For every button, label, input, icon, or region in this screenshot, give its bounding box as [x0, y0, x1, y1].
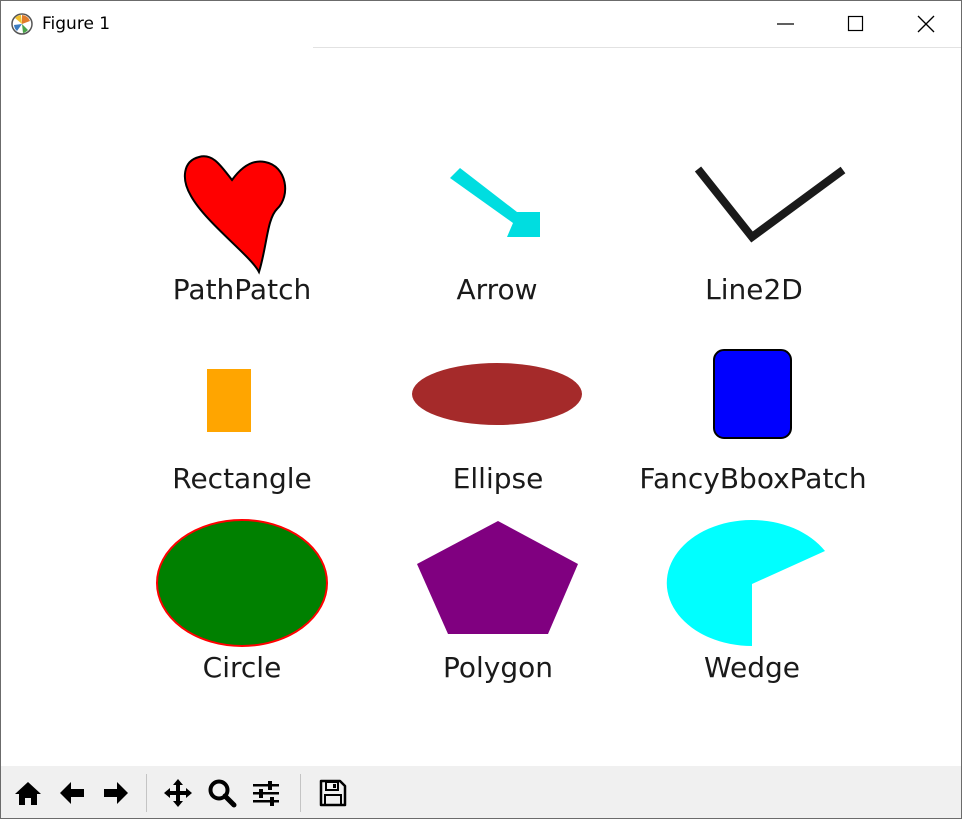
- label-polygon: Polygon: [442, 651, 554, 684]
- figure-canvas[interactable]: PathPatch Arrow Line2D Rectangle Ellipse…: [1, 48, 961, 766]
- label-wedge: Wedge: [703, 651, 801, 684]
- label-pathpatch: PathPatch: [172, 273, 312, 306]
- forward-button[interactable]: [96, 773, 136, 813]
- label-arrow: Arrow: [456, 273, 538, 306]
- arrow-left-icon: [60, 782, 84, 804]
- circle-shape: [156, 519, 328, 647]
- ellipse-shape: [412, 363, 582, 425]
- magnifier-icon: [208, 779, 237, 808]
- close-button[interactable]: [891, 1, 961, 47]
- minimize-button[interactable]: [751, 1, 821, 47]
- window-title: Figure 1: [42, 14, 111, 34]
- wedge-shape: [666, 520, 825, 647]
- pathpatch-shape: [183, 155, 286, 275]
- close-icon: [917, 15, 935, 33]
- move-icon: [164, 779, 192, 807]
- label-circle: Circle: [202, 651, 282, 684]
- save-button[interactable]: [312, 773, 352, 813]
- rectangle-shape: [207, 369, 251, 432]
- toolbar-divider: [300, 774, 301, 812]
- polygon-shape: [417, 521, 578, 634]
- configure-subplots-button[interactable]: [246, 773, 286, 813]
- home-button[interactable]: [8, 773, 48, 813]
- zoom-button[interactable]: [202, 773, 242, 813]
- arrow-shape: [450, 168, 540, 237]
- arrow-right-icon: [104, 782, 128, 804]
- label-line2d: Line2D: [705, 273, 803, 306]
- title-bar[interactable]: Figure 1: [1, 1, 961, 48]
- floppy-disk-icon: [319, 779, 347, 807]
- pan-button[interactable]: [158, 773, 198, 813]
- minimize-icon: [777, 23, 794, 25]
- label-fancybboxpatch: FancyBboxPatch: [639, 462, 867, 495]
- label-ellipse: Ellipse: [452, 462, 544, 495]
- matplotlib-app-icon: [11, 13, 33, 35]
- back-button[interactable]: [52, 773, 92, 813]
- label-rectangle: Rectangle: [172, 462, 312, 495]
- fancybboxpatch-shape: [713, 349, 792, 439]
- line2d-shape: [694, 166, 846, 243]
- maximize-icon: [847, 15, 864, 32]
- home-icon: [15, 782, 41, 805]
- navigation-toolbar: [1, 766, 961, 818]
- maximize-button[interactable]: [821, 1, 891, 47]
- figure-window: Figure 1 PathPatch Arrow Line2D Rectangl…: [0, 0, 962, 819]
- sliders-icon: [253, 781, 279, 806]
- toolbar-divider: [146, 774, 147, 812]
